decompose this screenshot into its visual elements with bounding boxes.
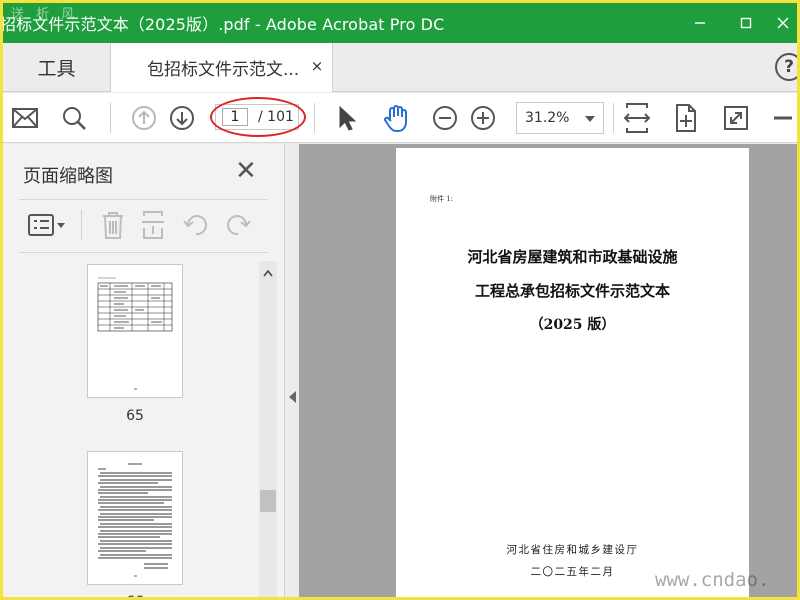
document-title-line2: 工程总承包招标文件示范文本 <box>474 282 670 300</box>
document-title-line1: 河北省房屋建筑和市政基础设施 <box>467 248 678 266</box>
acrobat-window: 招标文件示范文本（2025版）.pdf - Adobe Acrobat Pro … <box>3 3 797 597</box>
rotate-right-button[interactable] <box>221 208 255 242</box>
insert-page-button[interactable] <box>137 208 171 242</box>
thumbnail-page-number: 65 <box>126 408 144 424</box>
minimize-icon <box>695 22 705 24</box>
options-list-icon <box>28 214 65 236</box>
thumbnail-page[interactable] <box>87 451 183 585</box>
search-button[interactable] <box>57 101 91 135</box>
main-toolbar: 1 / 101 31.2% <box>3 93 797 143</box>
thumbnail-page-number: 66 <box>87 594 183 597</box>
annotation-highlight-oval <box>210 97 306 137</box>
document-move-icon <box>676 104 696 132</box>
select-tool-button[interactable] <box>329 101 363 135</box>
plus-circle-icon <box>471 106 495 130</box>
thumbnail-list: 65 <box>3 254 285 597</box>
arrow-down-circle-icon <box>170 106 194 130</box>
thumbnail-scrollbar[interactable] <box>259 261 277 597</box>
help-button[interactable]: ? <box>775 53 797 81</box>
document-issuer: 河北省住房和城乡建设厅 <box>506 544 639 556</box>
minus-circle-icon <box>433 106 457 130</box>
arrow-up-circle-icon <box>132 106 156 130</box>
more-tools-button[interactable] <box>767 101 797 135</box>
tab-close-button[interactable]: × <box>308 57 326 75</box>
toolbar-separator <box>110 103 111 133</box>
trash-icon <box>103 212 123 239</box>
close-icon <box>777 17 789 29</box>
watermark-overlay: 送 析 风 <box>11 7 79 22</box>
title-bar: 招标文件示范文本（2025版）.pdf - Adobe Acrobat Pro … <box>3 3 797 43</box>
rotate-left-icon <box>183 215 207 236</box>
full-screen-button[interactable] <box>719 101 753 135</box>
email-button[interactable] <box>8 101 42 135</box>
maximize-button[interactable] <box>723 3 769 43</box>
panel-divider <box>19 199 268 200</box>
tab-document[interactable]: 包招标文件示范文... × <box>111 43 333 92</box>
rotate-right-icon <box>227 215 251 236</box>
expand-icon <box>724 106 748 130</box>
panel-separator <box>81 210 82 240</box>
close-window-button[interactable] <box>769 3 797 43</box>
thumbnail-options-button[interactable] <box>25 208 69 242</box>
tab-tools-label: 工具 <box>37 57 76 80</box>
panel-collapse-handle[interactable] <box>286 144 299 597</box>
toolbar-separator <box>613 103 614 133</box>
tab-bar: 工具 包招标文件示范文... × ? <box>3 43 797 92</box>
panel-divider <box>19 252 268 253</box>
minimize-button[interactable] <box>677 3 723 43</box>
thumbnail-panel: 页面缩略图 ✕ 65 <box>3 144 285 597</box>
rotate-left-button[interactable] <box>179 208 213 242</box>
cursor-arrow-icon <box>339 105 357 131</box>
tab-document-label: 包招标文件示范文... <box>147 60 300 80</box>
document-view[interactable]: 附件 1: 河北省房屋建筑和市政基础设施 工程总承包招标文件示范文本 （2025… <box>299 144 797 597</box>
zoom-out-button[interactable] <box>428 101 462 135</box>
document-edition: （2025 版） <box>529 317 616 333</box>
thumbnail-page[interactable] <box>87 264 183 398</box>
chevron-left-icon <box>289 391 296 403</box>
scroll-mode-button[interactable] <box>669 101 703 135</box>
site-watermark: www.cndao. <box>655 569 770 591</box>
tab-tools[interactable]: 工具 <box>3 43 111 91</box>
hand-tool-button[interactable] <box>379 101 413 135</box>
chevron-up-icon[interactable] <box>263 269 273 277</box>
panel-close-button[interactable]: ✕ <box>235 158 257 184</box>
toolbar-separator <box>314 103 315 133</box>
thumbnail-table-preview <box>97 277 173 390</box>
attachment-label: 附件 1: <box>430 195 454 203</box>
pdf-page: 附件 1: 河北省房屋建筑和市政基础设施 工程总承包招标文件示范文本 （2025… <box>396 148 749 597</box>
previous-page-button[interactable] <box>127 101 161 135</box>
delete-page-button[interactable] <box>96 208 130 242</box>
zoom-in-button[interactable] <box>466 101 500 135</box>
scrollbar-thumb[interactable] <box>260 490 276 512</box>
chevron-down-icon <box>585 116 595 122</box>
thumbnail-text-preview <box>98 463 172 577</box>
maximize-icon <box>740 17 752 29</box>
fit-page-button[interactable] <box>620 101 654 135</box>
zoom-select[interactable]: 31.2% <box>516 102 604 134</box>
window-controls <box>677 3 797 43</box>
panel-title: 页面缩略图 <box>23 166 113 187</box>
zoom-value: 31.2% <box>525 110 570 126</box>
search-icon <box>63 107 86 130</box>
more-icon <box>774 116 792 120</box>
fit-page-icon <box>623 103 651 133</box>
mail-icon <box>12 108 38 128</box>
hand-icon <box>384 105 407 132</box>
insert-page-icon <box>142 211 164 239</box>
next-page-button[interactable] <box>165 101 199 135</box>
